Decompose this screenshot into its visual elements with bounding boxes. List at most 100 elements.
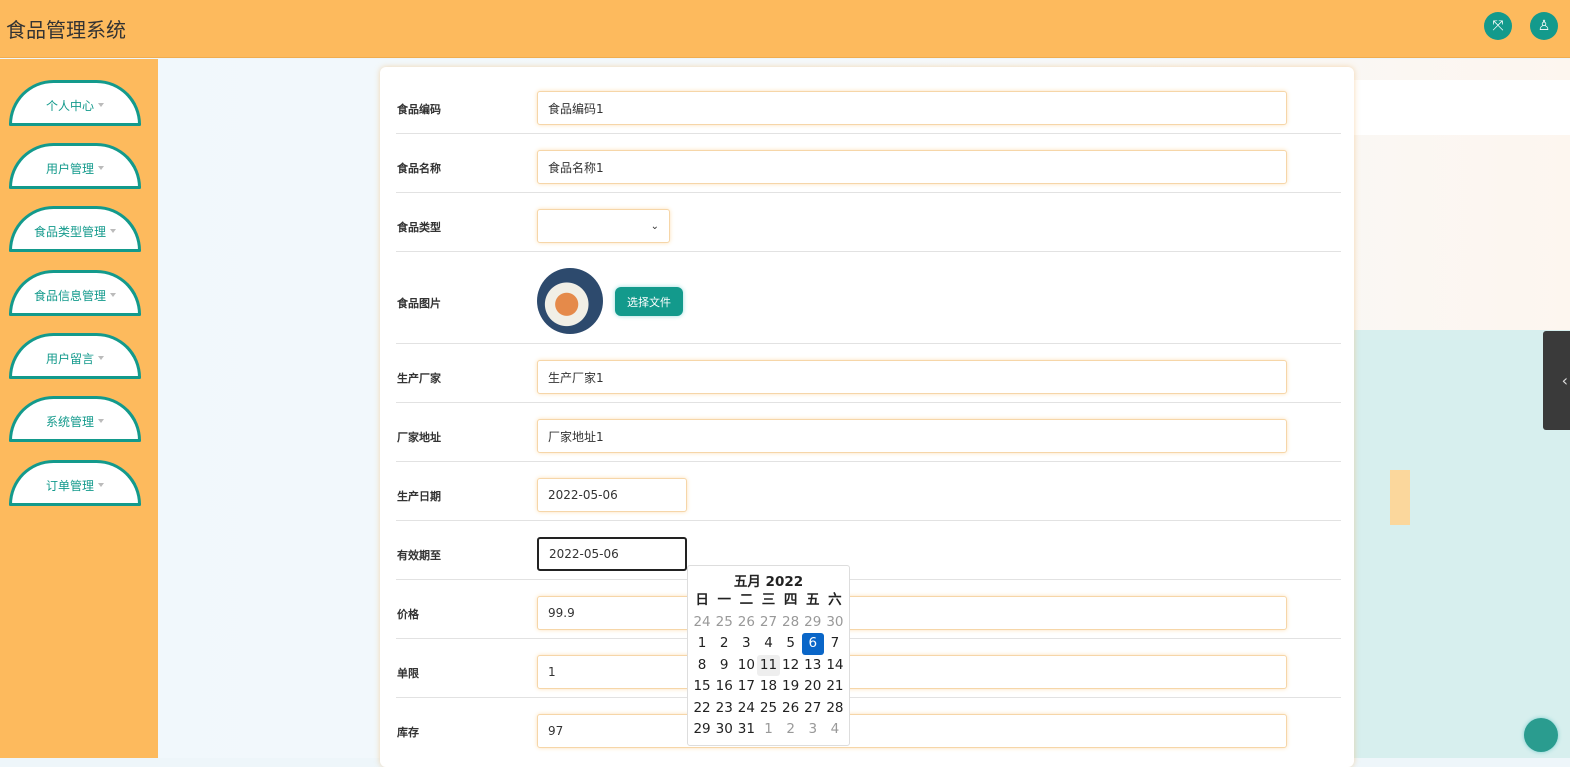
calendar-day[interactable]: 12 [780, 655, 802, 677]
calendar-day[interactable]: 5 [780, 633, 802, 655]
weekday-label: 五 [806, 592, 820, 608]
sidebar-item-label: 订单管理 [45, 478, 94, 493]
weekday-label: 日 [695, 592, 709, 608]
field-label: 厂家地址 [397, 431, 441, 444]
row-limit: 单限 1 [396, 639, 1341, 698]
sidebar-item-personal[interactable]: 个人中心 [9, 80, 141, 126]
calendar-day[interactable]: 27 [802, 698, 824, 720]
price-input[interactable]: 99.9 [537, 596, 1287, 630]
calendar-day[interactable]: 18 [757, 676, 779, 698]
days-grid: 24 25 26 27 28 29 30 1 2 3 4 5 6 7 8 9 10 11 12 13 14 15 16 17 1… [691, 612, 846, 741]
address-input[interactable]: 厂家地址1 [537, 419, 1287, 453]
food-image-preview [537, 268, 603, 334]
calendar-day[interactable]: 1 [757, 719, 779, 741]
weekday-label: 六 [828, 592, 842, 608]
field-label: 库存 [397, 726, 419, 739]
sidebar-item-orders[interactable]: 订单管理 [9, 460, 141, 506]
calendar-day[interactable]: 15 [691, 676, 713, 698]
weekday-label: 一 [717, 592, 731, 608]
field-label: 食品图片 [397, 297, 441, 310]
limit-input[interactable]: 1 [537, 655, 1287, 689]
field-label: 生产厂家 [397, 372, 441, 385]
weekday-label: 二 [739, 592, 754, 608]
calendar-day[interactable]: 2 [780, 719, 802, 741]
calendar-day[interactable]: 4 [757, 633, 779, 655]
calendar-day[interactable]: 25 [757, 698, 779, 720]
calendar-day[interactable]: 24 [691, 612, 713, 634]
calendar-day[interactable]: 30 [824, 612, 846, 634]
row-price: 价格 99.9 [396, 580, 1341, 639]
caret-down-icon [98, 483, 104, 487]
caret-down-icon [110, 229, 116, 233]
row-image: 食品图片 选择文件 [396, 252, 1341, 344]
stock-input[interactable]: 97 [537, 714, 1287, 748]
calendar-day[interactable]: 30 [713, 719, 735, 741]
calendar-day[interactable]: 16 [713, 676, 735, 698]
calendar-day[interactable]: 29 [691, 719, 713, 741]
expand-icon: ⤧ [1492, 18, 1504, 34]
user-icon: ♙ [1537, 18, 1551, 34]
calendar-day[interactable]: 4 [824, 719, 846, 741]
calendar-day[interactable]: 9 [713, 655, 735, 677]
maker-input[interactable]: 生产厂家1 [537, 360, 1287, 394]
calendar-day[interactable]: 1 [691, 633, 713, 655]
row-name: 食品名称 食品名称1 [396, 134, 1341, 193]
calendar-day[interactable]: 22 [691, 698, 713, 720]
calendar-day[interactable]: 2 [713, 633, 735, 655]
food-code-input[interactable]: 食品编码1 [537, 91, 1287, 125]
sidebar: 个人中心 用户管理 食品类型管理 食品信息管理 用户留言 系统管理 订单管理 [0, 59, 158, 758]
choose-file-button[interactable]: 选择文件 [615, 287, 683, 316]
calendar-day[interactable]: 21 [824, 676, 846, 698]
calendar-day[interactable]: 27 [757, 612, 779, 634]
fullscreen-button[interactable]: ⤧ [1484, 12, 1512, 40]
production-date-input[interactable]: 2022-05-06 [537, 478, 687, 512]
weekday-label: 三 [761, 592, 776, 608]
side-panel-toggle[interactable]: ‹ [1543, 331, 1570, 430]
sidebar-item-food-types[interactable]: 食品类型管理 [9, 206, 141, 252]
row-type: 食品类型 ⌄ [396, 193, 1341, 252]
calendar-day[interactable]: 6 [801, 633, 824, 655]
calendar-day[interactable]: 28 [780, 612, 802, 634]
sidebar-item-users[interactable]: 用户管理 [9, 143, 141, 189]
caret-down-icon [98, 103, 104, 107]
calendar-day[interactable]: 7 [824, 633, 846, 655]
calendar-day[interactable]: 20 [802, 676, 824, 698]
calendar-day[interactable]: 24 [735, 698, 757, 720]
sidebar-item-messages[interactable]: 用户留言 [9, 333, 141, 379]
food-type-select[interactable]: ⌄ [537, 209, 670, 243]
calendar-day[interactable]: 25 [713, 612, 735, 634]
calendar-day[interactable]: 31 [735, 719, 757, 741]
row-address: 厂家地址 厂家地址1 [396, 403, 1341, 462]
calendar-day[interactable]: 13 [802, 655, 824, 677]
decor-shelf [1354, 80, 1570, 135]
calendar-day[interactable]: 14 [824, 655, 846, 677]
row-code: 食品编码 食品编码1 [396, 75, 1341, 134]
caret-down-icon [98, 166, 104, 170]
calendar-day[interactable]: 10 [735, 655, 757, 677]
calendar-day[interactable]: 11 [757, 654, 780, 676]
calendar-title[interactable]: 五月 2022 [691, 570, 846, 590]
floating-help-button[interactable] [1524, 718, 1558, 752]
calendar-day[interactable]: 19 [780, 676, 802, 698]
calendar-day[interactable]: 17 [735, 676, 757, 698]
row-stock: 库存 97 [396, 698, 1341, 757]
calendar-day[interactable]: 3 [802, 719, 824, 741]
food-form: 食品编码 食品编码1 食品名称 食品名称1 食品类型 ⌄ 食品图片 选择文件 生… [380, 67, 1354, 767]
sidebar-item-food-info[interactable]: 食品信息管理 [9, 270, 141, 316]
expiry-date-input[interactable]: 2022-05-06 [537, 537, 687, 571]
calendar-day[interactable]: 23 [713, 698, 735, 720]
calendar-day[interactable]: 3 [735, 633, 757, 655]
sidebar-item-label: 用户留言 [45, 351, 94, 366]
sidebar-item-system[interactable]: 系统管理 [9, 396, 141, 442]
calendar-day[interactable]: 8 [691, 655, 713, 677]
field-label: 食品类型 [397, 221, 441, 234]
calendar-day[interactable]: 29 [802, 612, 824, 634]
calendar-day[interactable]: 28 [824, 698, 846, 720]
calendar-day[interactable]: 26 [735, 612, 757, 634]
calendar-day[interactable]: 26 [780, 698, 802, 720]
sidebar-item-label: 个人中心 [45, 98, 94, 113]
food-name-input[interactable]: 食品名称1 [537, 150, 1287, 184]
user-button[interactable]: ♙ [1530, 12, 1558, 40]
field-label: 食品编码 [397, 103, 441, 116]
row-maker: 生产厂家 生产厂家1 [396, 344, 1341, 403]
